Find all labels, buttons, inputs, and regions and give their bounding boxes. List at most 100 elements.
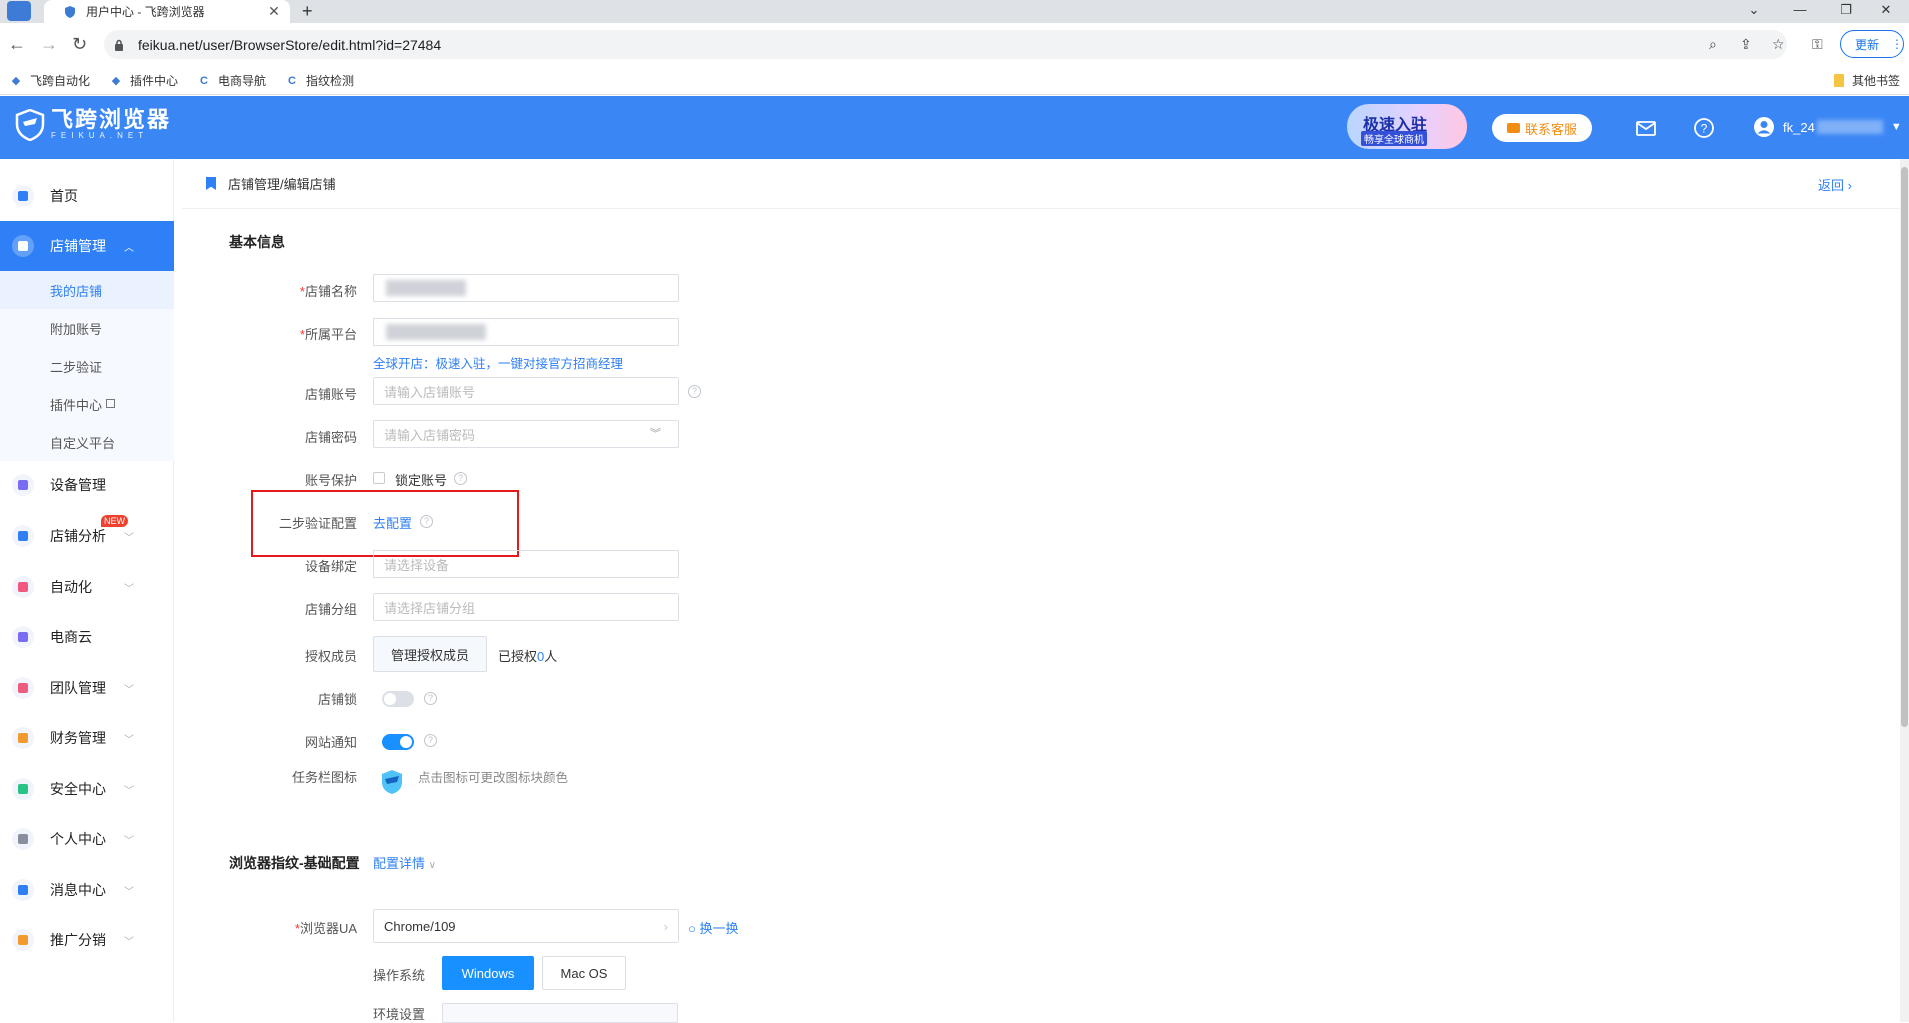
store-lock-switch[interactable] (382, 691, 414, 707)
feikua-favicon-icon (65, 5, 75, 18)
back-link[interactable]: 返回 › (1818, 175, 1852, 194)
tab-search-icon[interactable]: ⌄ (1731, 0, 1777, 22)
sidebar-item-label: 推广分销 (50, 932, 106, 948)
new-tab-button[interactable]: + (302, 0, 313, 22)
sidebar-subitem-label: 插件中心 (50, 397, 103, 413)
browser-tabbar: 用户中心 - 飞跨浏览器 ✕ + ⌄ — ❐ ✕ (0, 0, 1909, 23)
eye-closed-icon[interactable]: ︾ (650, 425, 661, 441)
key-icon[interactable]: ⚿ (1812, 36, 1823, 53)
help-circle-icon[interactable]: ? (424, 692, 437, 705)
sidebar-subitem-custom-platform[interactable]: 自定义平台 (0, 423, 174, 461)
omnibox[interactable]: feikua.net/user/BrowserStore/edit.html?i… (104, 30, 1787, 59)
platform-promo-link[interactable]: 全球开店：极速入驻，一键对接官方招商经理 (373, 353, 623, 372)
sidebar-subitem-my-stores[interactable]: 我的店铺 (0, 271, 174, 309)
bookmark-item[interactable]: C 电商导航 (198, 72, 266, 89)
members-label: 授权成员 (304, 649, 357, 664)
notify-label: 网站通知 (304, 735, 357, 750)
minimize-button[interactable]: — (1777, 0, 1823, 22)
store-account-input[interactable]: 请输入店铺账号 (373, 377, 679, 405)
share-icon[interactable]: ⇪ (1740, 36, 1752, 53)
help-circle-icon[interactable]: ? (688, 385, 701, 398)
help-circle-icon[interactable]: ? (424, 734, 437, 747)
sidebar-item-personal-center[interactable]: 个人中心 ﹀ (0, 814, 174, 864)
sidebar-subitem-label: 我的店铺 (50, 283, 103, 299)
os-windows-button[interactable]: Windows (442, 956, 534, 990)
sidebar-item-label: 电商云 (50, 629, 92, 645)
refresh-icon: ○ (688, 921, 696, 936)
chevron-down-icon: ﹀ (124, 785, 134, 797)
main-content: 店铺管理/编辑店铺 返回 › 基本信息 *店铺名称 *所属平台 全球开店：极速入… (182, 159, 1900, 1023)
manage-members-button[interactable]: 管理授权成员 (373, 636, 487, 672)
back-icon[interactable]: ← (8, 34, 26, 54)
help-icon[interactable]: ? (1692, 116, 1716, 140)
browser-tab[interactable]: 用户中心 - 飞跨浏览器 ✕ (44, 0, 290, 23)
lock-account-checkbox[interactable] (373, 472, 385, 484)
contact-support-button[interactable]: 联系客服 (1492, 114, 1592, 142)
sidebar-subitem-extra-accounts[interactable]: 附加账号 (0, 309, 174, 347)
other-bookmarks[interactable]: 其他书签 (1834, 72, 1900, 89)
taskbar-icon-picker[interactable] (380, 769, 404, 795)
bookmark-item[interactable]: ◆ 插件中心 (110, 72, 178, 89)
bookmark-star-icon[interactable]: ☆ (1772, 36, 1785, 53)
sidebar-item-finance[interactable]: 财务管理 ﹀ (0, 713, 174, 763)
store-name-label: *店铺名称 (299, 284, 357, 299)
config-detail-link[interactable]: 配置详情 ∨ (373, 853, 436, 872)
sidebar-item-device-management[interactable]: 设备管理 (0, 460, 174, 510)
chevron-right-icon: › (1847, 178, 1852, 193)
sidebar-item-message-center[interactable]: 消息中心 ﹀ (0, 865, 174, 915)
tab-close-icon[interactable]: ✕ (266, 3, 282, 20)
promo-subtitle: 畅享全球商机 (1361, 131, 1427, 146)
os-mac-button[interactable]: Mac OS (542, 956, 626, 990)
browser-app-icon[interactable] (7, 1, 31, 21)
device-select[interactable]: 请选择设备 (373, 550, 679, 578)
ua-input[interactable]: Chrome/109 › (373, 909, 679, 943)
logo-sub: FEIKUA.NET (51, 131, 149, 140)
tab-title: 用户中心 - 飞跨浏览器 (86, 5, 205, 19)
close-window-button[interactable]: ✕ (1863, 0, 1909, 22)
sidebar-item-security-center[interactable]: 安全中心 ﹀ (0, 764, 174, 814)
mail-icon[interactable] (1634, 116, 1658, 140)
sidebar-item-referral[interactable]: 推广分销 ﹀ (0, 915, 174, 965)
twostep-config-link[interactable]: 去配置 (373, 513, 412, 532)
folder-icon (1834, 74, 1844, 87)
sidebar-item-home[interactable]: 首页 (0, 171, 174, 221)
switch-knob (384, 693, 396, 705)
c-logo-icon: C (200, 74, 208, 87)
bookmark-item[interactable]: ◆ 飞跨自动化 (10, 72, 90, 89)
scrollbar-thumb[interactable] (1901, 167, 1908, 727)
device-label: 设备绑定 (304, 559, 357, 574)
ua-switch-link[interactable]: ○ 换一换 (688, 918, 739, 937)
user-menu[interactable]: fk_24 ▼ (1753, 116, 1902, 138)
sidebar-subitem-label: 二步验证 (50, 359, 103, 375)
page-scrollbar[interactable] (1900, 159, 1909, 1022)
chevron-right-icon: › (663, 918, 668, 934)
sidebar-item-label: 首页 (50, 188, 78, 204)
group-select[interactable]: 请选择店铺分组 (373, 593, 679, 621)
sidebar-subitem-two-step-verify[interactable]: 二步验证 (0, 347, 174, 385)
password-label: 店铺密码 (304, 430, 357, 445)
reload-icon[interactable]: ↻ (72, 34, 87, 54)
sidebar-item-store-management[interactable]: 店铺管理 ︿ (0, 221, 174, 271)
sidebar-item-team-management[interactable]: 团队管理 ﹀ (0, 663, 174, 713)
user-avatar-icon (1754, 117, 1774, 137)
bookmark-flag-icon (206, 177, 216, 190)
store-password-input[interactable]: 请输入店铺密码 (373, 420, 679, 448)
sidebar-item-ecommerce-cloud[interactable]: 电商云 (0, 612, 174, 662)
sidebar-subitem-plugin-center[interactable]: 插件中心 (0, 385, 174, 423)
promo-banner[interactable]: 极速入驻 畅享全球商机 (1347, 104, 1467, 149)
zoom-icon[interactable]: ⌕ (1709, 36, 1717, 53)
chevron-down-icon: ﹀ (124, 583, 134, 595)
analytics-icon (12, 525, 34, 547)
sidebar-item-automation[interactable]: 自动化 ﹀ (0, 562, 174, 612)
env-label: 环境设置 (373, 1007, 426, 1022)
bookmark-item[interactable]: C 指纹检测 (286, 72, 354, 89)
update-button[interactable]: 更新 ⋮ (1840, 30, 1904, 58)
breadcrumb: 店铺管理/编辑店铺 (182, 159, 1900, 209)
help-circle-icon[interactable]: ? (420, 515, 433, 528)
help-circle-icon[interactable]: ? (454, 472, 467, 485)
sidebar-item-store-analytics[interactable]: 店铺分析 ﹀ NEW (0, 511, 174, 561)
site-notify-switch[interactable] (382, 734, 414, 750)
env-select[interactable] (442, 1003, 678, 1023)
forward-icon[interactable]: → (40, 34, 58, 54)
app-logo[interactable]: 飞跨浏览器 FEIKUA.NET (15, 109, 171, 141)
